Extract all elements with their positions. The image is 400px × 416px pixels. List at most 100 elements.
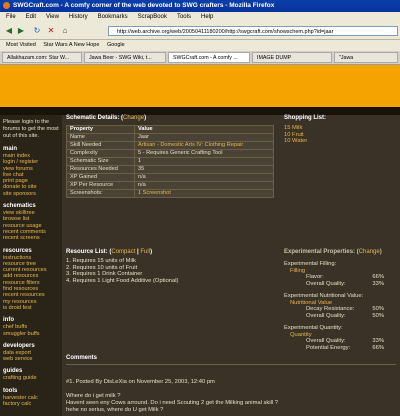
home-icon[interactable]: ⌂ [60, 26, 70, 36]
sidebar-heading-schematics: schematics [3, 203, 36, 210]
schematic-value: 5 - Requires Generic Crafting Tool [134, 149, 274, 158]
schematic-change-link[interactable]: Change [123, 115, 144, 121]
sidebar-sections: main main index login / register view forum… [3, 146, 62, 407]
schematic-row: Name Jaar [66, 133, 274, 142]
navigation-toolbar: ◀ ▶ ↻ ✕ ⌂ http://web.archive.org/web/200… [0, 23, 400, 40]
sidebar-link[interactable]: factory calc [3, 401, 62, 407]
menu-edit[interactable]: Edit [26, 14, 36, 20]
experimental-key: Overall Quality: [306, 312, 346, 319]
schematic-value: 35 [134, 165, 274, 174]
schematic-property: Screenshots: [66, 189, 135, 198]
menu-tools[interactable]: Tools [177, 14, 191, 20]
menu-scrapbook[interactable]: ScrapBook [138, 14, 167, 20]
login-intro: Please login to the forums to get the mo… [3, 119, 59, 139]
experimental-properties: Experimental Properties: (Change) Experi… [284, 249, 396, 351]
shopping-list: Shopping List: 15 Milk 10 Fruit 10 Water [284, 115, 394, 145]
shopping-list-title: Shopping List: [284, 115, 326, 121]
forward-icon[interactable]: ▶ [16, 26, 26, 36]
tab-jawa[interactable]: "Jawa [334, 52, 398, 63]
stop-icon[interactable]: ✕ [46, 26, 56, 36]
experimental-key: Overall Quality: [306, 338, 346, 344]
menu-view[interactable]: View [46, 14, 59, 20]
schematic-row: Resources Needed 35 [66, 165, 274, 174]
sidebar-heading-main: main [3, 146, 18, 152]
sidebar-link[interactable]: site sponsors [3, 191, 62, 197]
divider [66, 364, 396, 365]
comments-title: Comments [66, 355, 98, 361]
experimental-value: 33% [372, 280, 384, 287]
schematic-property: Schematic Size [66, 157, 135, 166]
tab-jawa-beer[interactable]: Jawa Beer - SWG Wiki, t... [84, 52, 166, 63]
menu-history[interactable]: History [69, 14, 88, 20]
full-link[interactable]: Full [140, 249, 150, 255]
experimental-row: Overall Quality: 33% [284, 281, 396, 288]
compact-link[interactable]: Compact [111, 249, 135, 255]
schematic-row: Schematic Size 1 [66, 157, 274, 166]
url-bar[interactable]: http://web.archive.org/web/2005041118020… [108, 26, 398, 36]
sidebar-link[interactable]: is droid fest [3, 305, 62, 311]
experimental-key: Flavor: [306, 274, 324, 280]
comments-section: Comments #1. Posted By DisLeXia on Novem… [66, 355, 396, 414]
back-icon[interactable]: ◀ [4, 26, 14, 36]
reload-icon[interactable]: ↻ [32, 26, 42, 36]
schematic-row: Skill Needed Artisan - Domestic Arts IV: … [66, 141, 274, 150]
schematic-title-text: Schematic Details: [66, 115, 120, 121]
experimental-key: Overall Quality: [306, 280, 346, 287]
tab-strip: Allakhazam.com: Star W... Jawa Beer - SW… [0, 51, 400, 65]
sidebar-link[interactable]: recent screens [3, 235, 62, 241]
experimental-value: 50% [372, 312, 384, 319]
comment-header-text: #1. Posted By DisLeXia on November 25, 2… [66, 379, 215, 385]
site-banner [0, 65, 400, 107]
tab-image-dump[interactable]: IMAGE DUMP [252, 52, 332, 63]
menu-bar: File Edit View History Bookmarks ScrapBook Too… [0, 12, 400, 23]
schematic-value: 1 [134, 157, 274, 166]
schematic-property: Resources Needed [66, 165, 135, 174]
sidebar-link[interactable]: crafting guide [3, 375, 62, 381]
resource-list: Resource List: (Compact | Full) 1. Requi… [66, 249, 276, 284]
banner-strip [0, 107, 400, 115]
bookmark-google[interactable]: Google [107, 42, 125, 48]
schematic-details: Schematic Details: (Change) Property Val… [66, 115, 278, 198]
schematic-details-title: Schematic Details: (Change) [66, 115, 147, 121]
experimental-block: Experimental Filling: Filling Flavor: 66% Ov… [284, 261, 396, 287]
schematic-table: Property Value Name Jaar Skill Needed Artis… [66, 125, 274, 198]
menu-help[interactable]: Help [201, 14, 213, 20]
experimental-block: Experimental Nutritional Value: Nutrition… [284, 293, 396, 319]
schematic-value: Jaar [134, 133, 274, 142]
schematic-value[interactable]: Artisan - Domestic Arts IV: Clothing Rep… [134, 141, 274, 150]
menu-file[interactable]: File [6, 14, 16, 20]
schematic-value[interactable]: 1 Screenshot [134, 189, 274, 198]
schematic-property: Complexity [66, 149, 135, 158]
schematic-row: XP Gained n/a [66, 173, 274, 182]
sidebar-heading-info: info [3, 317, 14, 324]
sidebar-heading-tools: tools [3, 387, 18, 394]
tab-allakhazam[interactable]: Allakhazam.com: Star W... [2, 52, 82, 63]
bookmark-star-wars[interactable]: Star Wars A New Hope [43, 42, 99, 48]
resource-list-title-text: Resource List: [66, 249, 108, 255]
schematic-property: Skill Needed [66, 141, 135, 150]
experimental-key: Potential Energy: [306, 344, 351, 351]
experimental-key: Decay Resistance: [306, 306, 355, 312]
bookmark-most-visited[interactable]: Most Visited [6, 42, 36, 48]
schematic-row: XP Per Resource n/a [66, 181, 274, 190]
sidebar-link[interactable]: smuggler buffs [3, 331, 62, 337]
sidebar-link[interactable]: web service [3, 356, 62, 362]
resource-list-title: Resource List: (Compact | Full) [66, 249, 153, 255]
col-property: Property [66, 125, 135, 134]
comment-line: hehe no serius, where do U get Milk ? [66, 407, 164, 413]
tab-swgcraft[interactable]: SWGCraft.com - A comfy ... [168, 52, 250, 63]
schematic-property: XP Gained [66, 173, 135, 182]
sidebar-heading-guides: guides [3, 368, 23, 375]
comment-line: Havent seen eny Cows arround. Do i need … [66, 400, 279, 406]
comment-post-header: #1. Posted By DisLeXia on November 25, 2… [66, 379, 396, 385]
schematic-property: Name [66, 133, 135, 142]
experimental-title: Experimental Properties: (Change) [284, 249, 382, 255]
experimental-row: Potential Energy: 66% [284, 345, 396, 352]
experimental-title-text: Experimental Properties: [284, 249, 356, 255]
experimental-change-link[interactable]: Change [359, 249, 380, 255]
sidebar-heading-resources: resources [3, 247, 32, 254]
menu-bookmarks[interactable]: Bookmarks [98, 14, 128, 20]
window-title-bar: SWGCraft.com - A comfy corner of the web… [0, 0, 400, 12]
main-content: Schematic Details: (Change) Property Val… [66, 115, 400, 416]
sidebar-heading-developers: developers [3, 342, 35, 349]
